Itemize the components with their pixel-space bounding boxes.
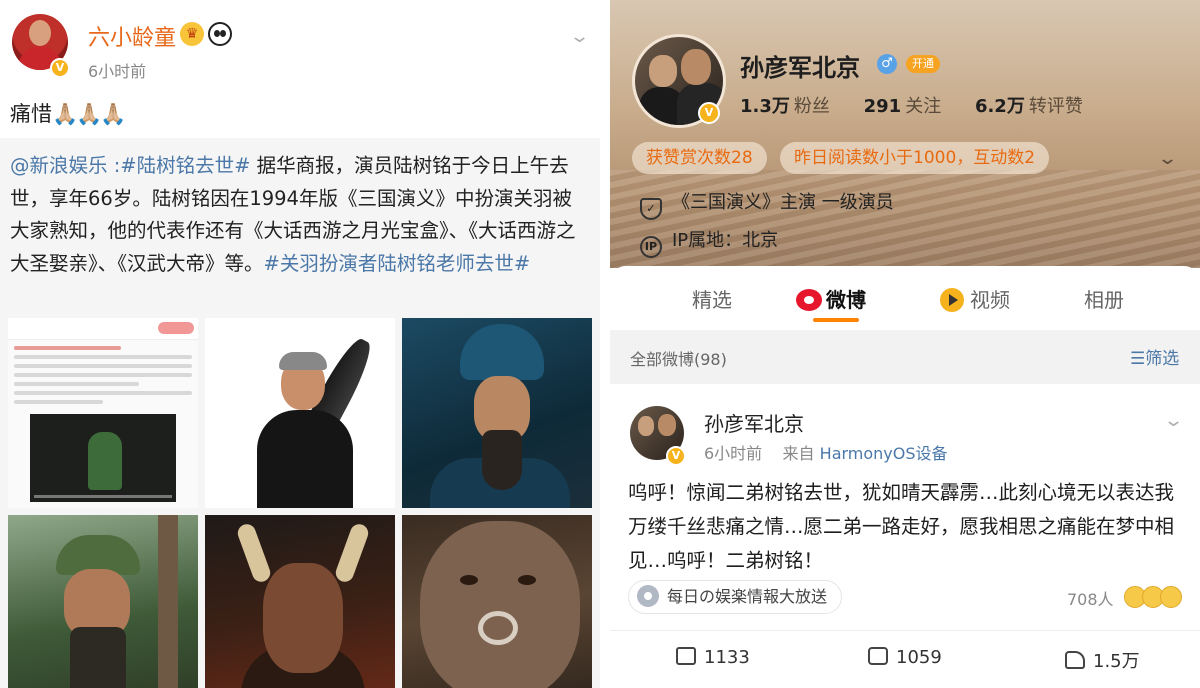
verified-badge-icon: V — [50, 58, 70, 78]
panda-icon — [208, 22, 232, 46]
profile-tabs: 精选 微博 视频 相册 — [610, 266, 1200, 328]
repost-button[interactable]: 1133 — [676, 647, 750, 668]
profile-panel: V 孙彦军北京 ♂ 开通 1.3万 粉丝 291 关注 6.2万 转评赞 获赞赏次数2… — [610, 0, 1200, 688]
video-icon — [940, 288, 964, 312]
fans-label[interactable]: 粉丝 — [794, 96, 830, 117]
comment-count: 1059 — [896, 647, 942, 668]
filter-button[interactable]: ☰筛选 — [1130, 344, 1179, 369]
comment-button[interactable]: 1059 — [868, 647, 942, 668]
filter-icon: ☰ — [1130, 349, 1146, 369]
feed-filter-bar: 全部微博(98) ☰筛选 — [610, 330, 1200, 384]
interactions-count: 6.2万 — [974, 96, 1025, 117]
following-count[interactable]: 291 — [864, 96, 902, 117]
post-text-body: 痛惜 — [10, 102, 52, 126]
left-post-panel: V 六小龄童 ♛ 6小时前 ⌄ 痛惜🙏🏼🙏🏼🙏🏼 @新浪娱乐 :#陆树铭去世# … — [0, 0, 600, 688]
tag-pill[interactable]: 获赞赏次数28 — [632, 142, 767, 174]
chevron-down-icon[interactable]: ⌄ — [569, 26, 590, 47]
like-count: 1.5万 — [1093, 651, 1140, 672]
mention-link[interactable]: @新浪娱乐 — [10, 154, 108, 177]
post-text: 痛惜🙏🏼🙏🏼🙏🏼 — [10, 98, 126, 128]
tab-weibo-label: 微博 — [826, 288, 866, 312]
image-thumbnail[interactable] — [402, 515, 592, 688]
image-thumbnail[interactable] — [205, 515, 395, 688]
verify-text: 《三国演义》主演 一级演员 — [672, 192, 894, 213]
repost-count: 1133 — [704, 647, 750, 668]
chevron-down-icon[interactable]: ⌄ — [1157, 148, 1178, 169]
filter-label: 筛选 — [1145, 349, 1180, 369]
post-card: V 孙彦军北京 6小时前 来自 HarmonyOS设备 ⌄ 呜呼！惊闻二弟树铭去… — [610, 384, 1200, 688]
image-thumbnail[interactable] — [402, 318, 592, 508]
like-button[interactable]: 1.5万 — [1065, 647, 1140, 673]
post-time: 6小时前 — [88, 62, 147, 81]
topic-flower-icon — [637, 585, 659, 607]
tab-featured[interactable]: 精选 — [692, 284, 732, 313]
interactions-label: 转评赞 — [1028, 96, 1083, 117]
post-meta: 6小时前 来自 HarmonyOS设备 — [704, 440, 948, 464]
male-gender-icon: ♂ — [877, 54, 897, 74]
emoji-reaction-icon — [1160, 586, 1182, 608]
repost-block[interactable]: @新浪娱乐 :#陆树铭去世# 据华商报，演员陆树铭于今日上午去世，享年66岁。陆… — [0, 138, 600, 688]
ip-text: IP属地：北京 — [672, 230, 779, 251]
post-time: 6小时前 — [704, 444, 763, 463]
image-thumbnail[interactable] — [205, 318, 395, 508]
author-name[interactable]: 六小龄童 — [88, 20, 176, 52]
chevron-down-icon[interactable]: ⌄ — [1163, 410, 1184, 431]
all-posts-label[interactable]: 全部微博(98) — [630, 346, 727, 370]
content-card: 精选 微博 视频 相册 全部微博(98) ☰筛选 V 孙彦军北京 6小时前 来自… — [610, 266, 1200, 688]
pray-emoji: 🙏🏼🙏🏼🙏🏼 — [52, 102, 126, 126]
source-prefix: 来自 — [782, 444, 815, 463]
tag-pill[interactable]: 昨日阅读数小于1000，互动数2 — [780, 142, 1050, 174]
tab-album[interactable]: 相册 — [1084, 284, 1124, 313]
shield-icon: ✓ — [640, 198, 662, 220]
profile-name: 孙彦军北京 — [740, 54, 860, 82]
tab-video-label: 视频 — [970, 288, 1010, 312]
ip-icon: IP — [640, 236, 662, 258]
verify-info: ✓ 《三国演义》主演 一级演员 — [640, 188, 894, 220]
crown-icon: ♛ — [180, 22, 204, 46]
topic-link[interactable]: #陆树铭去世# — [120, 154, 250, 177]
post-source[interactable]: HarmonyOS设备 — [820, 444, 948, 463]
post-actions: 1133 1059 1.5万 — [610, 630, 1200, 688]
tab-weibo[interactable]: 微博 — [796, 284, 866, 313]
reaction-count[interactable]: 708人 — [1067, 586, 1114, 610]
image-grid — [8, 318, 592, 688]
like-icon — [1065, 651, 1085, 669]
image-thumbnail[interactable] — [8, 318, 198, 508]
verified-badge-icon: V — [698, 102, 720, 124]
topic-label: 每日の娱楽情報大放送 — [667, 587, 828, 606]
vip-badge-label: 开通 — [912, 57, 934, 70]
image-thumbnail[interactable] — [8, 515, 198, 688]
topic-chip[interactable]: 每日の娱楽情報大放送 — [628, 580, 843, 614]
tab-video[interactable]: 视频 — [940, 284, 1010, 313]
fans-count[interactable]: 1.3万 — [740, 96, 790, 117]
post-author-name[interactable]: 孙彦军北京 — [704, 408, 804, 437]
weibo-logo-icon — [796, 289, 822, 311]
following-label[interactable]: 关注 — [905, 96, 941, 117]
comment-icon — [868, 647, 888, 665]
post-text: 呜呼！惊闻二弟树铭去世，犹如晴天霹雳…此刻心境无以表达我万缕千丝悲痛之情…愿二弟… — [628, 481, 1175, 572]
active-tab-indicator — [813, 318, 859, 322]
repost-sep: : — [107, 154, 121, 177]
topic-link[interactable]: #关羽扮演者陆树铭老师去世# — [264, 252, 531, 275]
repost-text: @新浪娱乐 :#陆树铭去世# 据华商报，演员陆树铭于今日上午去世，享年66岁。陆… — [10, 150, 590, 280]
repost-icon — [676, 647, 696, 665]
profile-stats: 1.3万 粉丝 291 关注 6.2万 转评赞 — [740, 92, 1111, 118]
ip-info: IP IP属地：北京 — [640, 226, 778, 258]
verified-badge-icon: V — [666, 446, 686, 466]
vip-badge[interactable]: 开通 — [906, 55, 940, 73]
